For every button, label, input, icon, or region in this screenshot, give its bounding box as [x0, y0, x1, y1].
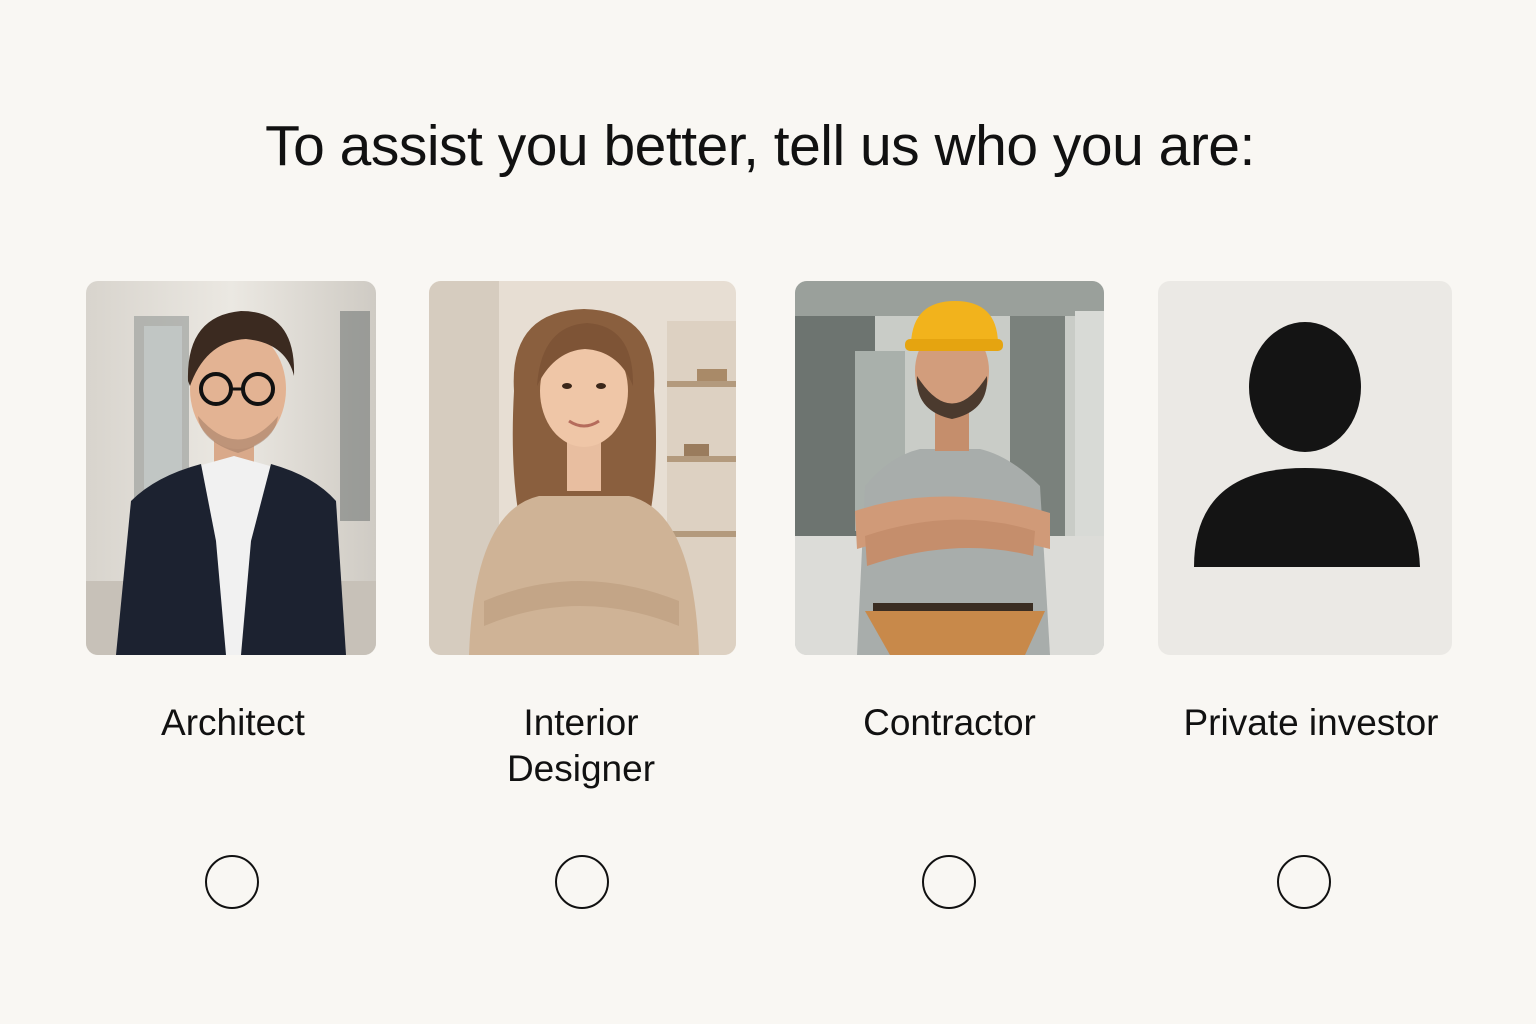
private-investor-card[interactable]: [1158, 281, 1452, 655]
radio-contractor[interactable]: [922, 855, 976, 909]
interior-designer-photo: [429, 281, 736, 655]
option-label-private-investor: Private investor: [1183, 702, 1439, 743]
interior-designer-card[interactable]: [429, 281, 736, 655]
option-label-interior-designer: Interior Designer: [506, 702, 656, 789]
option-label-architect: Architect: [161, 702, 305, 743]
radio-architect[interactable]: [205, 855, 259, 909]
contractor-card[interactable]: [795, 281, 1104, 655]
contractor-photo: [795, 281, 1104, 655]
radio-private-investor[interactable]: [1277, 855, 1331, 909]
page-title: To assist you better, tell us who you ar…: [265, 114, 1255, 178]
option-label-contractor: Contractor: [863, 702, 1036, 743]
architect-card[interactable]: [86, 281, 376, 655]
architect-photo: [86, 281, 376, 655]
radio-interior-designer[interactable]: [555, 855, 609, 909]
person-placeholder-icon: [1158, 281, 1452, 655]
